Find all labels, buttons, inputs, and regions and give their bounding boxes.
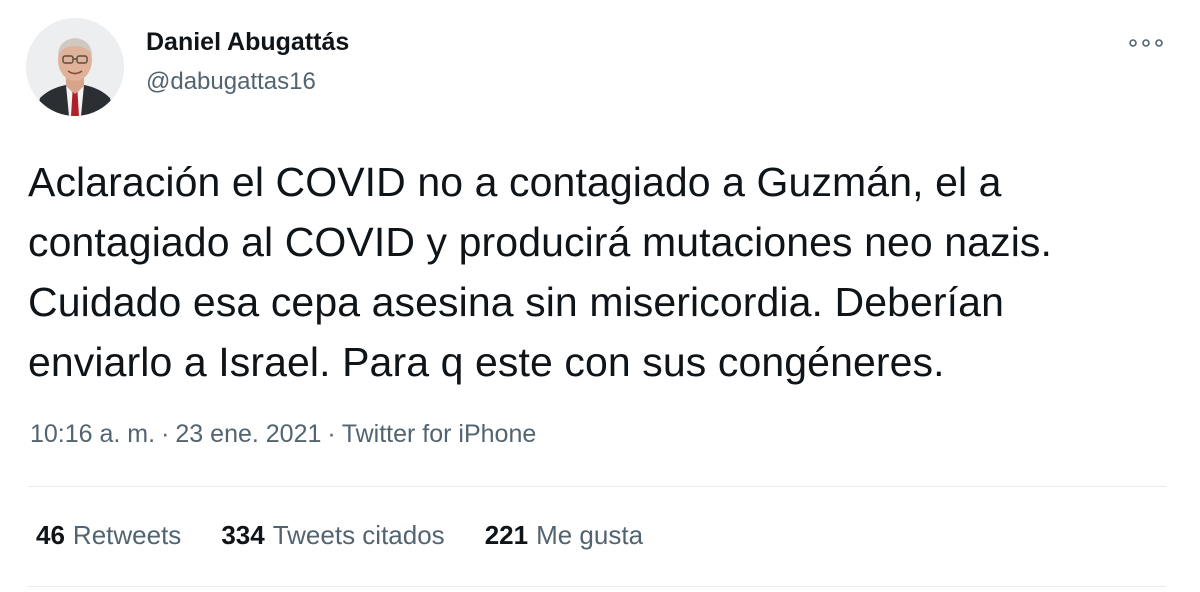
tweet-stats: 46 Retweets 334 Tweets citados 221 Me gusta — [36, 520, 643, 551]
avatar-photo — [26, 18, 124, 116]
tweet-text-line: Cuidado esa cepa asesina sin misericordi… — [28, 279, 1004, 325]
divider — [28, 486, 1166, 487]
author-handle[interactable]: @dabugattas16 — [146, 68, 316, 96]
tweet-source-link[interactable]: Twitter for iPhone — [342, 420, 537, 448]
meta-separator: · — [327, 420, 336, 448]
retweets-label: Retweets — [72, 520, 182, 550]
tweet-time: 10:16 a. m. — [30, 420, 156, 448]
author-display-name[interactable]: Daniel Abugattás — [146, 28, 349, 57]
likes-label: Me gusta — [536, 520, 644, 550]
likes-stat[interactable]: 221 Me gusta — [485, 520, 643, 551]
tweet-text-line: enviarlo a Israel. Para q este con sus c… — [28, 339, 945, 385]
meta-separator: · — [161, 420, 170, 448]
tweet-card: Daniel Abugattás @dabugattas16 Aclaració… — [0, 0, 1200, 592]
quote-tweets-stat[interactable]: 334 Tweets citados — [221, 520, 444, 551]
quote-tweets-label: Tweets citados — [272, 520, 445, 550]
retweets-stat[interactable]: 46 Retweets — [36, 520, 181, 551]
retweets-count: 46 — [36, 520, 65, 550]
likes-count: 221 — [484, 520, 529, 550]
tweet-text-line: contagiado al COVID y producirá mutacion… — [28, 219, 1053, 265]
divider — [28, 586, 1166, 587]
quote-tweets-count: 334 — [221, 520, 265, 550]
more-dots-icon — [1129, 39, 1163, 47]
avatar[interactable] — [26, 18, 124, 116]
tweet-text-line: Aclaración el COVID no a contagiado a Gu… — [28, 159, 1002, 205]
more-options-button[interactable] — [1124, 28, 1168, 58]
tweet-meta: 10:16 a. m. · 23 ene. 2021 · Twitter for iPh… — [30, 420, 536, 449]
tweet-text: Aclaración el COVID no a contagiado a Gu… — [28, 152, 1178, 392]
tweet-date: 23 ene. 2021 — [175, 420, 322, 448]
tweet-timestamp-link[interactable]: 10:16 a. m. · 23 ene. 2021 — [30, 420, 321, 448]
